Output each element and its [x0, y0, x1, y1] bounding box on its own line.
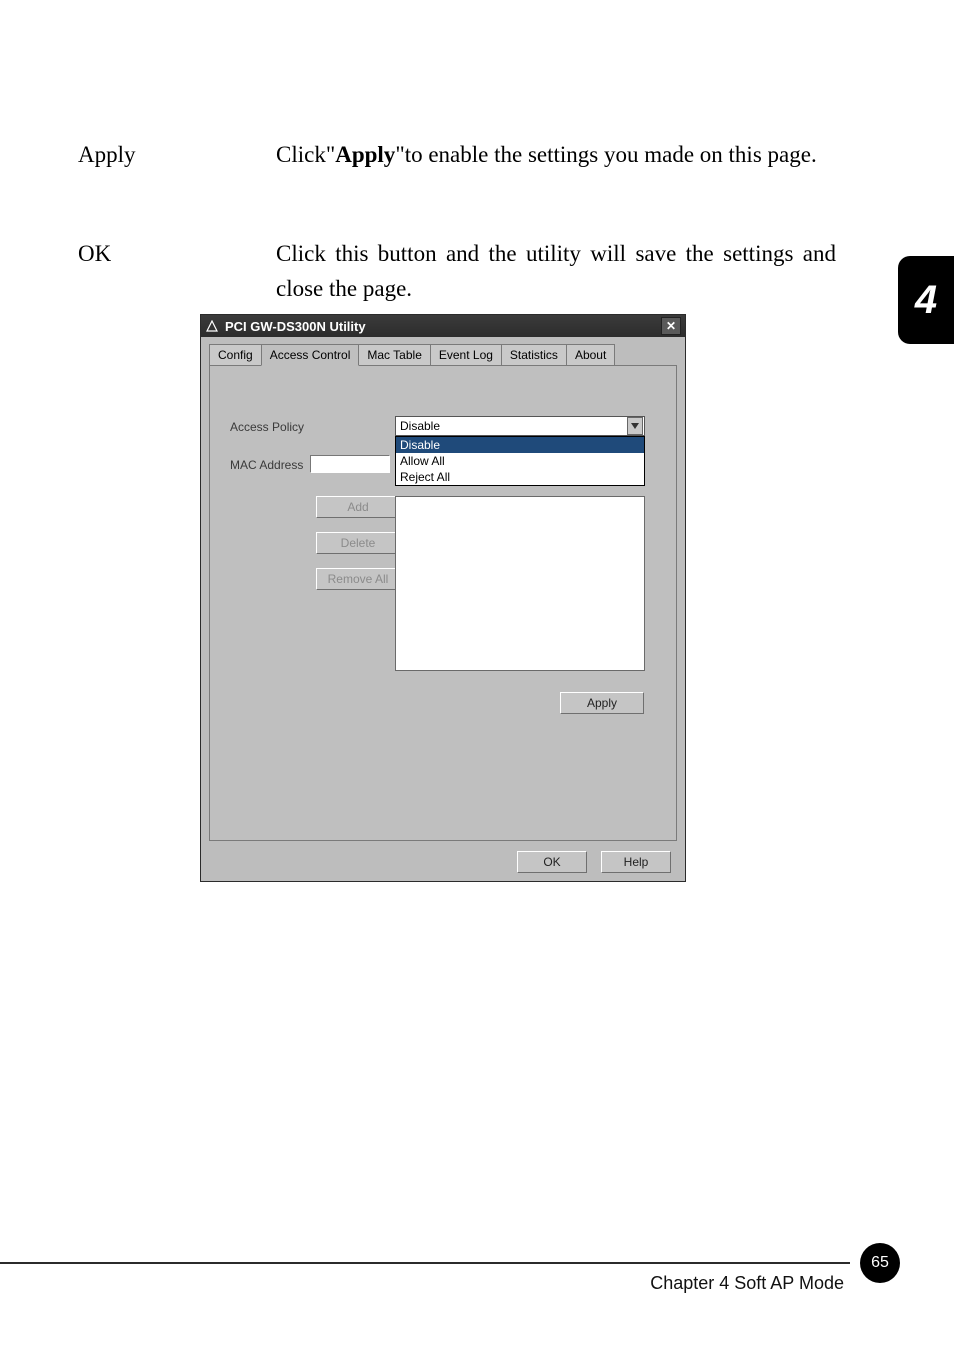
tab-statistics[interactable]: Statistics — [501, 344, 567, 365]
app-icon — [205, 319, 219, 333]
help-button[interactable]: Help — [601, 851, 671, 873]
desc-apply: Click"Apply"to enable the settings you m… — [276, 138, 836, 173]
tab-panel-access-control: Access Policy MAC Address Disable Disabl… — [209, 365, 677, 841]
utility-window: PCI GW-DS300N Utility ✕ Config Access Co… — [200, 314, 686, 882]
tab-event-log[interactable]: Event Log — [430, 344, 502, 365]
term-apply: Apply — [78, 138, 228, 173]
footer-rule — [0, 1262, 850, 1264]
access-policy-dropdown-list[interactable]: Disable Allow All Reject All — [395, 436, 645, 486]
tab-strip: Config Access Control Mac Table Event Lo… — [209, 343, 677, 365]
apply-button[interactable]: Apply — [560, 692, 644, 714]
delete-button[interactable]: Delete — [316, 532, 400, 554]
dropdown-option-reject-all[interactable]: Reject All — [396, 469, 644, 485]
tab-mac-table[interactable]: Mac Table — [358, 344, 430, 365]
close-icon: ✕ — [666, 319, 676, 333]
desc-ok: Click this button and the utility will s… — [276, 237, 836, 306]
desc-apply-pre: Click" — [276, 142, 335, 167]
ok-button[interactable]: OK — [517, 851, 587, 873]
desc-ok-pre: Click this button and the utility will s… — [276, 241, 836, 301]
dropdown-option-disable[interactable]: Disable — [396, 437, 644, 453]
chapter-side-tab: 4 — [898, 256, 954, 344]
tab-config[interactable]: Config — [209, 344, 262, 365]
mac-address-input[interactable] — [310, 455, 390, 473]
desc-apply-post: "to enable the settings you made on this… — [395, 142, 816, 167]
label-access-policy: Access Policy — [230, 420, 304, 434]
mac-address-listbox[interactable] — [395, 496, 645, 671]
titlebar: PCI GW-DS300N Utility ✕ — [201, 315, 685, 337]
access-policy-value: Disable — [396, 419, 626, 433]
tab-about[interactable]: About — [566, 344, 615, 365]
dropdown-option-allow-all[interactable]: Allow All — [396, 453, 644, 469]
access-policy-dropdown[interactable]: Disable — [395, 416, 645, 436]
window-title: PCI GW-DS300N Utility — [225, 319, 661, 334]
desc-apply-bold: Apply — [335, 142, 395, 167]
dropdown-arrow-icon — [627, 417, 643, 435]
term-ok: OK — [78, 237, 228, 272]
remove-all-button[interactable]: Remove All — [316, 568, 400, 590]
close-button[interactable]: ✕ — [661, 317, 681, 335]
page-number-badge: 65 — [860, 1243, 900, 1283]
tab-access-control[interactable]: Access Control — [261, 344, 360, 366]
footer-text: Chapter 4 Soft AP Mode — [650, 1273, 844, 1294]
label-mac-address: MAC Address — [230, 458, 303, 472]
add-button[interactable]: Add — [316, 496, 400, 518]
